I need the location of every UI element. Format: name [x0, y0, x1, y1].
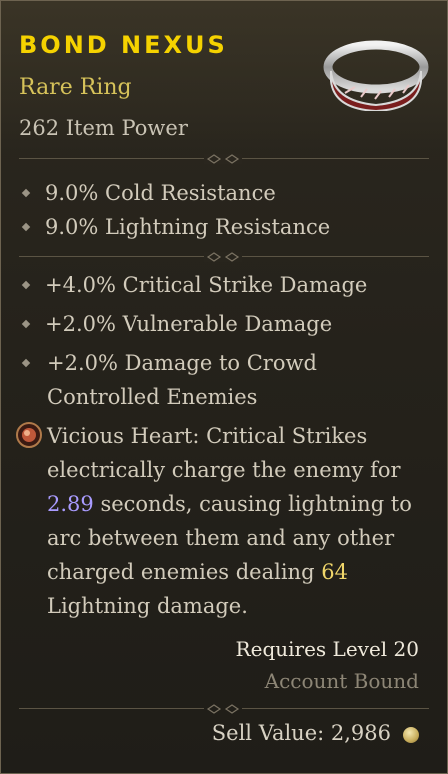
sell-value: Sell Value: 2,986 — [211, 721, 391, 745]
level-requirement: Requires Level 20 — [235, 637, 419, 661]
diamond-bullet-icon — [21, 358, 31, 368]
aspect-orb-icon — [16, 422, 42, 448]
divider — [19, 252, 429, 262]
aspect-damage-value: 64 — [321, 560, 348, 584]
item-rarity: Rare Ring — [19, 75, 132, 100]
binding-status: Account Bound — [264, 669, 419, 693]
diamond-bullet-icon — [21, 222, 31, 231]
affix-line: +2.0% Damage to Crowd Controlled Enemies — [21, 346, 403, 414]
aspect-duration-value: 2.89 — [47, 492, 94, 516]
divider — [19, 704, 429, 714]
implicit-line: 9.0% Lightning Resistance — [21, 215, 330, 239]
ring-icon — [323, 40, 429, 111]
item-name: BOND NEXUS — [19, 31, 228, 59]
item-tooltip: BOND NEXUS Rare Ring 262 Item Power 9.0%… — [0, 0, 448, 774]
diamond-bullet-icon — [21, 280, 31, 289]
item-power: 262 Item Power — [19, 116, 188, 140]
divider — [19, 154, 429, 164]
implicit-line: 9.0% Cold Resistance — [21, 181, 276, 205]
affix-line: +4.0% Critical Strike Damage — [21, 273, 367, 297]
gold-coin-icon — [403, 727, 419, 743]
legendary-aspect-text: Vicious Heart: Critical Strikes electric… — [47, 424, 412, 618]
diamond-bullet-icon — [21, 188, 31, 197]
affix-line: +2.0% Vulnerable Damage — [21, 312, 332, 336]
diamond-bullet-icon — [21, 319, 31, 328]
